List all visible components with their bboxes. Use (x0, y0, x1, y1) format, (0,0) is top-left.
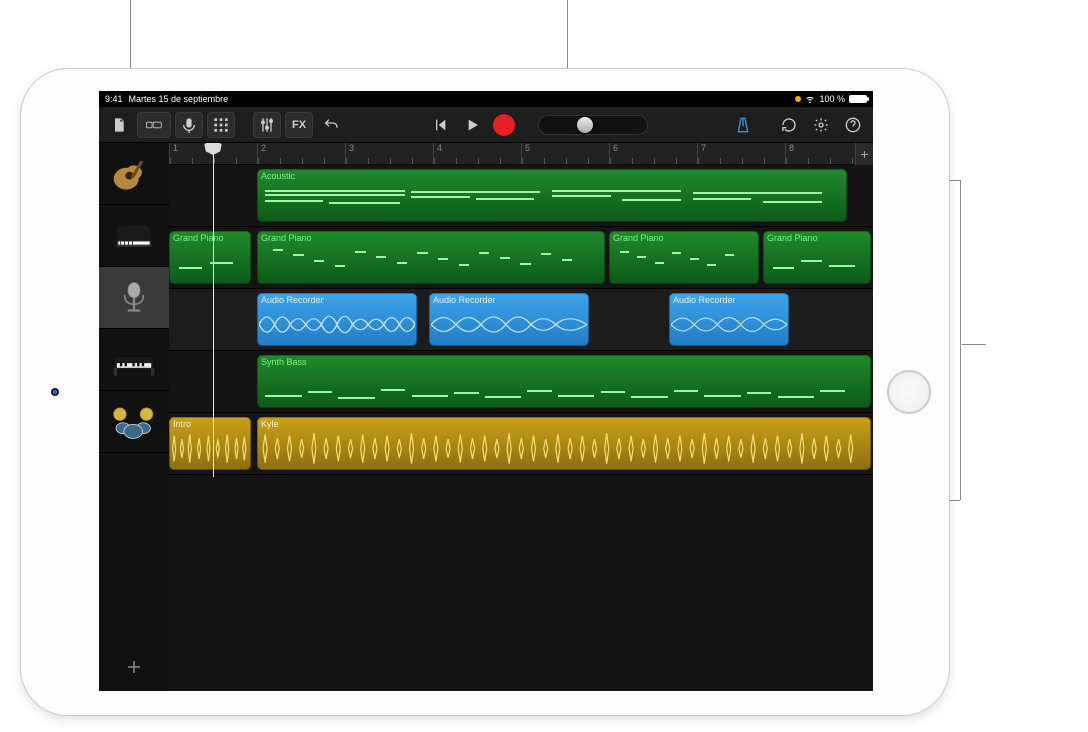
battery-icon (849, 95, 867, 103)
track-lane[interactable]: Acoustic (169, 165, 873, 227)
ipad-camera (51, 388, 59, 396)
microphone-icon (109, 278, 159, 318)
region-acoustic[interactable]: Acoustic (257, 169, 847, 222)
go-to-beginning-button[interactable] (426, 112, 454, 138)
drums-icon (109, 402, 159, 442)
ruler-bar-label: 2 (261, 143, 266, 153)
ruler-bar-label: 4 (437, 143, 442, 153)
synth-keyboard-icon (109, 340, 159, 380)
ruler[interactable]: 1 2 3 4 5 6 7 8 + (169, 143, 873, 165)
master-volume-slider[interactable] (538, 115, 648, 135)
my-songs-button[interactable] (105, 112, 133, 138)
ruler-bar-label: 5 (525, 143, 530, 153)
region-piano[interactable]: Grand Piano (763, 231, 871, 284)
region-piano[interactable]: Grand Piano (257, 231, 605, 284)
ruler-bar-label: 3 (349, 143, 354, 153)
fx-button[interactable]: FX (285, 112, 313, 138)
grand-piano-icon (109, 216, 159, 256)
track-header-piano[interactable] (99, 205, 169, 267)
status-bar: 9:41 Martes 15 de septiembre 100 % (99, 91, 873, 107)
settings-button[interactable] (807, 112, 835, 138)
add-track-button[interactable] (99, 643, 169, 691)
track-controls-button[interactable] (253, 112, 281, 138)
ruler-bar-label: 6 (613, 143, 618, 153)
ruler-bar-label: 1 (173, 143, 178, 153)
track-lane[interactable]: Intro Kyle (169, 413, 873, 475)
toolbar: FX (99, 107, 873, 143)
help-button[interactable] (839, 112, 867, 138)
track-header-drums[interactable] (99, 391, 169, 453)
screen: 9:41 Martes 15 de septiembre 100 % (99, 91, 873, 691)
midi-notes (259, 183, 845, 220)
tracks-area: 1 2 3 4 5 6 7 8 + Acoustic (99, 143, 873, 691)
track-lane[interactable]: Synth Bass (169, 351, 873, 413)
track-header-mic[interactable] (99, 267, 169, 329)
region-piano[interactable]: Grand Piano (609, 231, 759, 284)
region-audio[interactable]: Audio Recorder (429, 293, 589, 346)
timeline[interactable]: 1 2 3 4 5 6 7 8 + Acoustic (169, 143, 873, 691)
region-piano[interactable]: Grand Piano (169, 231, 251, 284)
track-lanes: Acoustic (169, 165, 873, 691)
browser-button[interactable] (137, 112, 171, 138)
ruler-bar-label: 7 (701, 143, 706, 153)
ipad-home-button[interactable] (887, 370, 931, 414)
callout-line-3d (962, 344, 986, 345)
track-lane[interactable]: Grand Piano Grand Piano (169, 227, 873, 289)
add-section-button[interactable]: + (855, 143, 873, 165)
ruler-bar-label: 8 (789, 143, 794, 153)
record-button[interactable] (490, 112, 518, 138)
region-audio[interactable]: Audio Recorder (669, 293, 789, 346)
callout-line-3a (960, 180, 961, 500)
instrument-button[interactable] (175, 112, 203, 138)
region-synth[interactable]: Synth Bass (257, 355, 871, 408)
acoustic-guitar-icon (109, 154, 159, 194)
track-headers (99, 143, 169, 691)
statusbar-time: 9:41 (105, 94, 123, 104)
location-indicator-icon (795, 96, 801, 102)
play-button[interactable] (458, 112, 486, 138)
undo-button[interactable] (317, 112, 345, 138)
track-header-synth[interactable] (99, 329, 169, 391)
grid-button[interactable] (207, 112, 235, 138)
region-drums-kyle[interactable]: Kyle (257, 417, 871, 470)
statusbar-battery-label: 100 % (819, 94, 845, 104)
track-header-guitar[interactable] (99, 143, 169, 205)
wifi-icon (805, 94, 815, 104)
statusbar-date: Martes 15 de septiembre (129, 94, 229, 104)
ipad-frame: 9:41 Martes 15 de septiembre 100 % (20, 68, 950, 716)
region-drums-intro[interactable]: Intro (169, 417, 251, 470)
metronome-button[interactable] (729, 112, 757, 138)
region-audio[interactable]: Audio Recorder (257, 293, 417, 346)
loop-browser-button[interactable] (775, 112, 803, 138)
track-lane[interactable]: Audio Recorder Audio Recorder Audio Reco… (169, 289, 873, 351)
